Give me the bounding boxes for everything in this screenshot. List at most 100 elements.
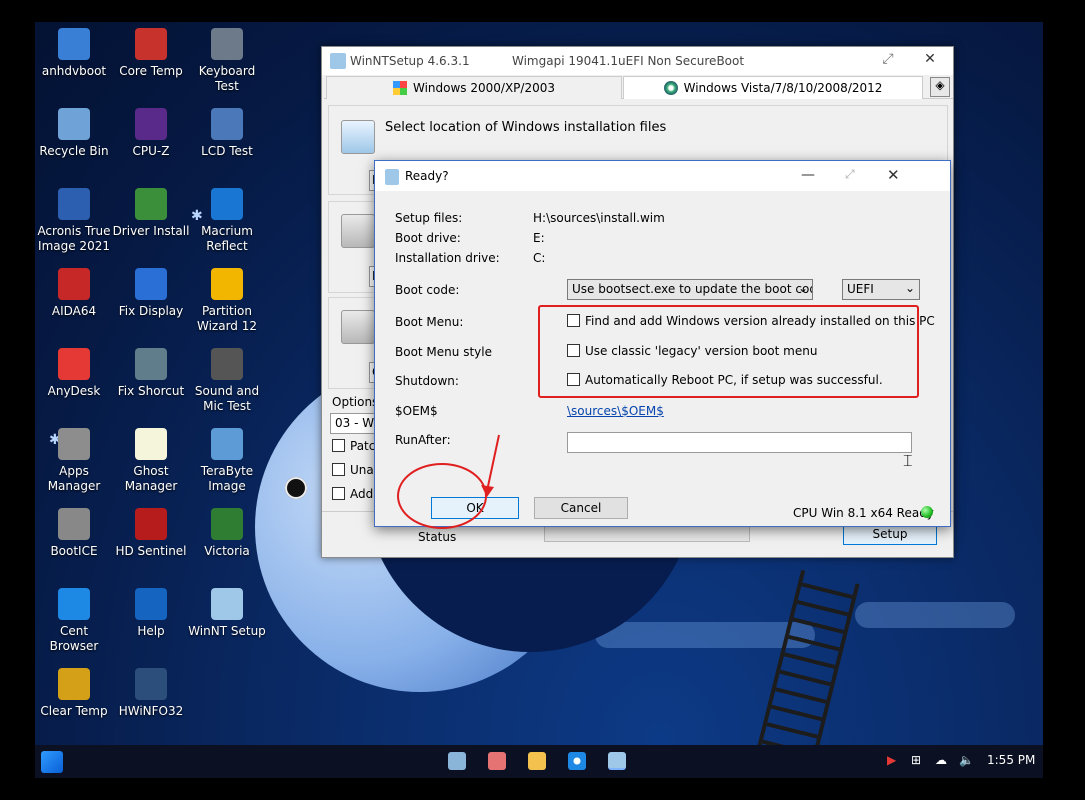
desktop-icon-label: Driver Install (112, 224, 190, 238)
dialog-title: Ready? (405, 169, 449, 183)
network-icon[interactable]: ⊞ (911, 753, 921, 767)
desktop-icon-macrium-reflect[interactable]: Macrium Reflect (188, 188, 266, 254)
boot-mode-label: uEFI Non SecureBoot (618, 54, 745, 68)
reflect-icon (211, 188, 243, 220)
desktop-icon-label: Apps Manager (47, 464, 101, 493)
dialog-titlebar[interactable]: Ready? — ⤢ ✕ (375, 161, 950, 191)
media-icon[interactable]: ▶ (887, 753, 896, 767)
status-label: Status (418, 530, 457, 544)
clock[interactable]: 1:55 PM (987, 753, 1035, 767)
desktop-icon-bootice[interactable]: BootICE (35, 508, 113, 559)
bootice-icon (58, 508, 90, 540)
oem-label: $OEM$ (395, 404, 438, 418)
desktop-icon-core-temp[interactable]: Core Temp (112, 28, 190, 79)
window-titlebar[interactable]: WinNTSetup 4.6.3.1 Wimgapi 19041.1 uEFI … (322, 47, 953, 75)
desktop-icon-label: AnyDesk (47, 384, 101, 398)
taskbar-browser-icon[interactable] (568, 752, 586, 770)
desktop-icon-cent-browser[interactable]: Cent Browser (35, 588, 113, 654)
desktop-icon-label: Fix Display (118, 304, 184, 318)
tab-bar: Windows 2000/XP/2003 Windows Vista/7/8/1… (324, 75, 953, 99)
desktop-icon-sound-and-mic-test[interactable]: Sound and Mic Test (188, 348, 266, 414)
unattend-checkbox[interactable]: Unat (332, 463, 378, 477)
boot-code-select[interactable]: Use bootsect.exe to update the boot code… (567, 279, 813, 300)
desktop-icon-apps-manager[interactable]: Apps Manager (35, 428, 113, 494)
tab-windows-vista[interactable]: Windows Vista/7/8/10/2008/2012 (623, 76, 923, 99)
speaker-icon (211, 348, 243, 380)
boot-code-label: Boot code: (395, 283, 460, 297)
cpu-status-text: CPU Win 8.1 x64 Ready (793, 506, 934, 520)
desktop-icon-clear-temp[interactable]: Clear Temp (35, 668, 113, 719)
restore-icon[interactable]: ⤢ (878, 51, 898, 71)
desktop-icon-label: BootICE (50, 544, 98, 558)
annotation-circle (397, 463, 487, 529)
wallpaper-character (285, 477, 307, 499)
desktop-icon-anhdvboot[interactable]: anhdvboot (35, 28, 113, 79)
desktop-icon-label: Fix Shorcut (117, 384, 185, 398)
taskbar-winntsetup-icon[interactable] (608, 752, 626, 770)
acronis-icon (58, 188, 90, 220)
add-drivers-checkbox[interactable]: Add (332, 487, 373, 501)
vista-orb-icon (663, 81, 678, 95)
boot-firmware-select[interactable]: UEFI ⌄ (842, 279, 920, 300)
desktop-icon-lcd-test[interactable]: LCD Test (188, 108, 266, 159)
desktop-icon-acronis-true-image-2021[interactable]: Acronis True Image 2021 (35, 188, 113, 254)
taskbar-system-icon[interactable] (448, 752, 466, 770)
desktop-icon-fix-shorcut[interactable]: Fix Shorcut (112, 348, 190, 399)
edition-select[interactable]: 03 - Wi (330, 413, 378, 434)
close-icon[interactable]: ✕ (920, 51, 940, 71)
dialog-close-icon[interactable]: ✕ (887, 166, 900, 184)
desktop-icon-cpu-z[interactable]: CPU-Z (112, 108, 190, 159)
desktop-icon-aida64[interactable]: AIDA64 (35, 268, 113, 319)
tab-windows-xp[interactable]: Windows 2000/XP/2003 (326, 76, 622, 99)
desktop-icon-fix-display[interactable]: Fix Display (112, 268, 190, 319)
volume-icon[interactable]: 🔈 (959, 753, 974, 767)
desktop-icon-label: anhdvboot (41, 64, 107, 78)
floppy-icon (341, 214, 375, 248)
desktop-icon-label: Acronis True Image 2021 (37, 224, 111, 253)
desktop-icon-keyboard-test[interactable]: Keyboard Test (188, 28, 266, 94)
mouse-cursor-icon: ⌶ (903, 451, 913, 470)
settings-diamond-icon[interactable]: ◈ (930, 77, 950, 97)
windows-icon (135, 268, 167, 300)
desktop-icon-label: Partition Wizard 12 (196, 304, 257, 333)
wimgapi-version: Wimgapi 19041.1 (512, 54, 618, 68)
desktop-icon-hd-sentinel[interactable]: HD Sentinel (112, 508, 190, 559)
desktop-icon-driver-install[interactable]: Driver Install (112, 188, 190, 239)
desktop-icon-partition-wizard-12[interactable]: Partition Wizard 12 (188, 268, 266, 334)
chevron-down-icon: ⌄ (904, 281, 915, 295)
boot-menu-style-label: Boot Menu style (395, 345, 492, 359)
desktop-icon-help[interactable]: Help (112, 588, 190, 639)
desktop-icon-ghost-manager[interactable]: Ghost Manager (112, 428, 190, 494)
desktop-icon-label: HD Sentinel (115, 544, 187, 558)
desktop-icon-victoria[interactable]: Victoria (188, 508, 266, 559)
runafter-input[interactable] (567, 432, 912, 453)
cloud-icon[interactable]: ☁ (935, 753, 947, 767)
cancel-button[interactable]: Cancel (534, 497, 628, 519)
desktop-icon-label: Recycle Bin (39, 144, 109, 158)
minimize-icon[interactable]: — (801, 167, 815, 183)
hwinfo-icon (135, 668, 167, 700)
taskbar: ▶ ⊞ ☁ 🔈 1:55 PM (35, 745, 1043, 778)
install-drive-value: C: (533, 251, 546, 265)
install-drive-icon (341, 310, 375, 344)
oem-path-link[interactable]: \sources\$OEM$ (567, 404, 664, 418)
taskbar-tools-icon[interactable] (488, 752, 506, 770)
setup-files-label: Setup files: (395, 211, 463, 225)
thermometer-icon (135, 28, 167, 60)
chevron-down-icon: ⌄ (797, 281, 808, 295)
desktop-icon-winnt-setup[interactable]: WinNT Setup (188, 588, 266, 639)
desktop-icon-hwinfo32[interactable]: HWiNFO32 (112, 668, 190, 719)
cpu-icon (135, 108, 167, 140)
dialog-app-icon (385, 169, 399, 185)
help-icon (135, 588, 167, 620)
anydesk-icon (58, 348, 90, 380)
desktop-icon-terabyte-image[interactable]: TeraByte Image (188, 428, 266, 494)
desktop-icon-anydesk[interactable]: AnyDesk (35, 348, 113, 399)
desktop-icon-label: Ghost Manager (124, 464, 178, 493)
desktop-icon-label: LCD Test (201, 144, 253, 158)
desktop-icon-recycle-bin[interactable]: Recycle Bin (35, 108, 113, 159)
start-button[interactable] (41, 751, 63, 773)
desktop-icon-label: WinNT Setup (188, 624, 266, 638)
maximize-icon[interactable]: ⤢ (845, 167, 855, 182)
taskbar-folder-icon[interactable] (528, 752, 546, 770)
